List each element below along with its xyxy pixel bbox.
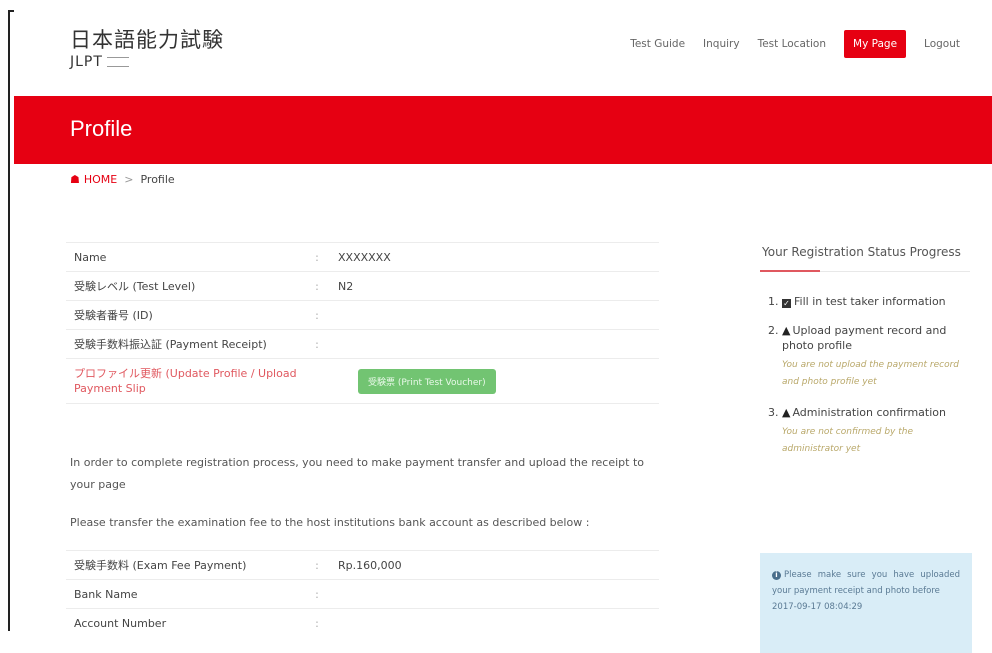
site-header: 日本語能力試験 JLPT Test Guide Inquiry Test Loc… bbox=[14, 0, 992, 96]
page-banner: Profile bbox=[14, 96, 992, 164]
row-value bbox=[330, 300, 659, 330]
row-value bbox=[330, 329, 659, 359]
step-hint: You are not upload the payment record an… bbox=[782, 360, 959, 387]
warning-icon: ▲ bbox=[782, 324, 791, 337]
row-separator: : bbox=[304, 608, 330, 637]
row-label: Name bbox=[66, 242, 304, 272]
nav-logout[interactable]: Logout bbox=[924, 38, 960, 50]
logo-japanese-text: 日本語能力試験 bbox=[70, 28, 224, 52]
logo-english-text: JLPT bbox=[70, 54, 103, 70]
info-text: Please make sure you have uploaded your … bbox=[772, 570, 960, 596]
warning-icon: ▲ bbox=[782, 406, 791, 419]
row-label: 受験手数料振込証 (Payment Receipt) bbox=[66, 329, 304, 359]
logo-subtitle-mark bbox=[106, 57, 129, 67]
top-nav: Test Guide Inquiry Test Location My Page… bbox=[630, 30, 960, 58]
home-icon[interactable]: ☗ bbox=[70, 173, 80, 186]
status-steps: 1. ✓ Fill in test taker information 2. ▲ U… bbox=[768, 294, 970, 458]
row-label: Bank Name bbox=[66, 579, 304, 609]
table-row: Bank Name : bbox=[66, 579, 659, 609]
print-voucher-button[interactable]: 受験票 (Print Test Voucher) bbox=[358, 368, 496, 394]
row-value bbox=[330, 608, 659, 637]
info-icon: i bbox=[772, 571, 781, 580]
profile-table: Name : XXXXXXX 受験レベル (Test Level) : N2 受… bbox=[66, 242, 659, 404]
table-row: 受験レベル (Test Level) : N2 bbox=[66, 271, 659, 301]
list-item: 1. ✓ Fill in test taker information bbox=[768, 294, 970, 309]
breadcrumb-separator: > bbox=[124, 173, 134, 186]
table-row: 受験手数料振込証 (Payment Receipt) : bbox=[66, 329, 659, 359]
nav-inquiry[interactable]: Inquiry bbox=[703, 38, 740, 50]
transfer-instruction: Please transfer the examination fee to t… bbox=[70, 516, 590, 529]
row-label: 受験手数料 (Exam Fee Payment) bbox=[66, 550, 304, 580]
update-profile-link[interactable]: プロファイル更新 (Update Profile / Upload Paymen… bbox=[74, 367, 297, 395]
step-number: 3. bbox=[768, 406, 779, 419]
list-item: 2. ▲ Upload payment record and photo prof… bbox=[768, 323, 970, 391]
row-separator: : bbox=[304, 271, 330, 301]
step-number: 1. bbox=[768, 295, 779, 308]
row-separator: : bbox=[304, 579, 330, 609]
checkbox-checked-icon: ✓ bbox=[782, 299, 791, 308]
row-value: Rp.160,000 bbox=[330, 550, 659, 580]
status-title: Your Registration Status Progress bbox=[762, 245, 961, 259]
row-label: 受験者番号 (ID) bbox=[66, 300, 304, 330]
row-value bbox=[330, 579, 659, 609]
row-separator: : bbox=[304, 242, 330, 272]
step-text: Fill in test taker information bbox=[794, 295, 946, 308]
nav-test-guide[interactable]: Test Guide bbox=[630, 38, 685, 50]
breadcrumb: ☗ HOME > Profile bbox=[70, 173, 175, 186]
step-text: Administration confirmation bbox=[792, 406, 946, 419]
row-value: N2 bbox=[330, 271, 659, 301]
jlpt-logo[interactable]: 日本語能力試験 JLPT bbox=[70, 28, 224, 70]
row-label: Account Number bbox=[66, 608, 304, 637]
table-row: Account Number : bbox=[66, 608, 659, 637]
info-alert: i Please make sure you have uploaded your… bbox=[760, 553, 972, 653]
breadcrumb-home[interactable]: HOME bbox=[84, 173, 117, 186]
table-row: プロファイル更新 (Update Profile / Upload Paymen… bbox=[66, 358, 659, 404]
nav-test-location[interactable]: Test Location bbox=[758, 38, 826, 50]
registration-status-panel: Your Registration Status Progress 1. ✓ Fi… bbox=[760, 242, 970, 472]
row-value: XXXXXXX bbox=[330, 242, 659, 272]
row-label: 受験レベル (Test Level) bbox=[66, 271, 304, 301]
row-separator: : bbox=[304, 550, 330, 580]
info-date: 2017-09-17 08:04:29 bbox=[772, 602, 863, 612]
step-hint: You are not confirmed by the administrat… bbox=[782, 427, 914, 454]
table-row: Name : XXXXXXX bbox=[66, 242, 659, 272]
row-separator: : bbox=[304, 300, 330, 330]
table-row: 受験手数料 (Exam Fee Payment) : Rp.160,000 bbox=[66, 550, 659, 580]
list-item: 3. ▲ Administration confirmation You are … bbox=[768, 405, 970, 458]
nav-my-page[interactable]: My Page bbox=[844, 30, 907, 58]
title-underline bbox=[760, 270, 970, 272]
breadcrumb-current: Profile bbox=[140, 173, 175, 186]
page-border-bracket bbox=[8, 10, 14, 631]
page-title: Profile bbox=[70, 116, 133, 141]
table-row: 受験者番号 (ID) : bbox=[66, 300, 659, 330]
step-text: Upload payment record and photo profile bbox=[782, 324, 947, 352]
fee-table: 受験手数料 (Exam Fee Payment) : Rp.160,000 Ba… bbox=[66, 550, 659, 637]
payment-instruction: In order to complete registration proces… bbox=[70, 456, 645, 491]
row-separator: : bbox=[304, 329, 330, 359]
step-number: 2. bbox=[768, 324, 779, 337]
